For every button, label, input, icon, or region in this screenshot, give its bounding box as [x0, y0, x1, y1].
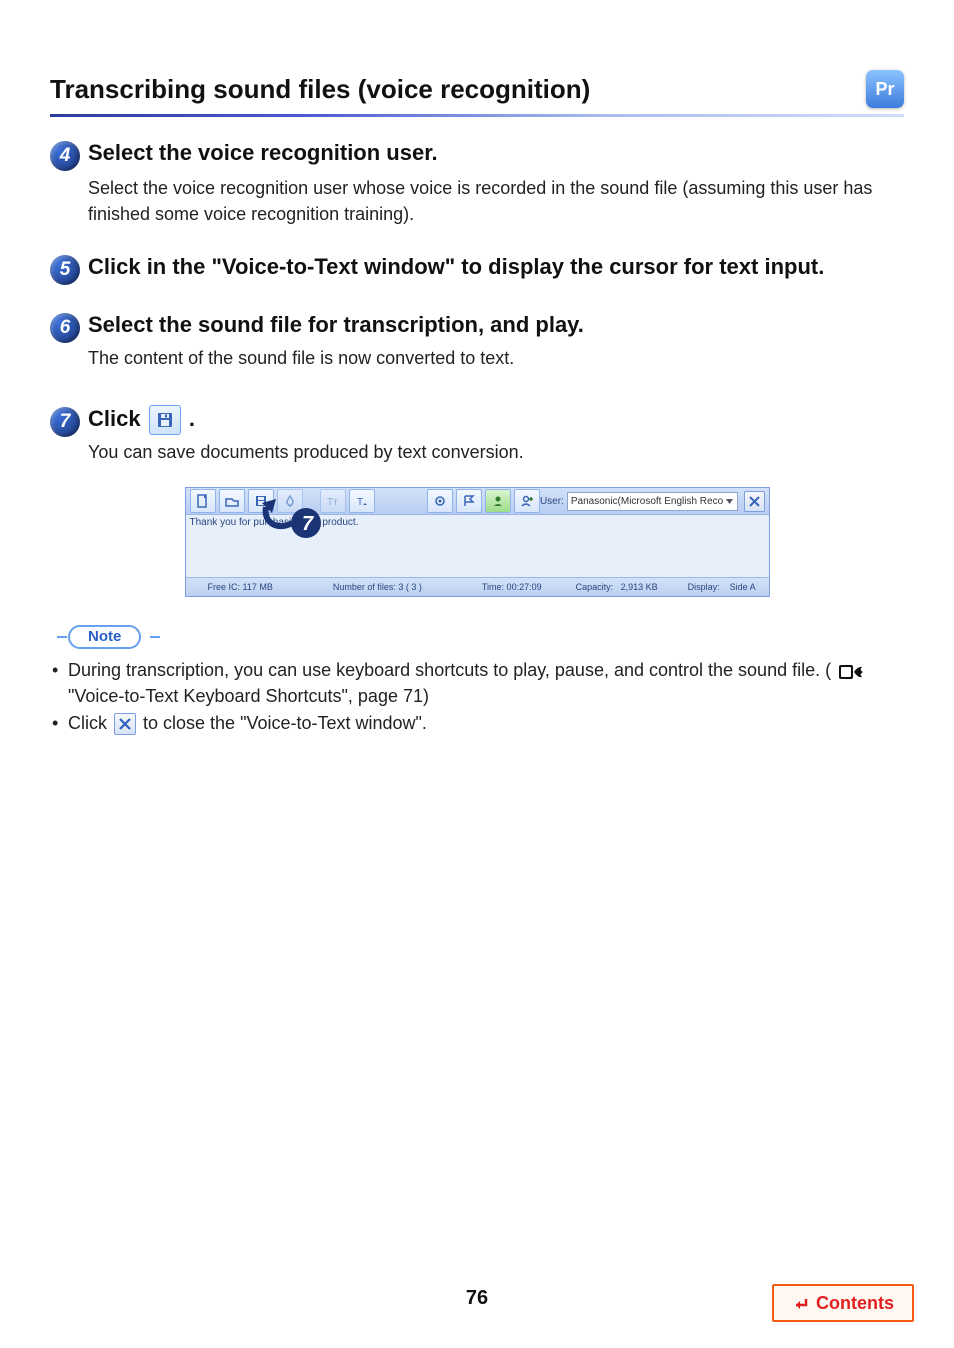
status-disp: Display: Side A — [688, 582, 756, 592]
step-7-heading: Click . — [88, 405, 195, 437]
step-7-head-suffix: . — [189, 406, 195, 431]
flag-icon[interactable] — [456, 489, 482, 513]
toolbar-group-file — [190, 489, 303, 513]
font-icon[interactable]: Tᴛ — [320, 489, 346, 513]
drop-icon[interactable] — [277, 489, 303, 513]
note-item-2: Click to close the "Voice-to-Text window… — [50, 710, 904, 736]
svg-text:T: T — [357, 497, 363, 508]
step-6-number: 6 — [60, 317, 71, 339]
close-icon[interactable] — [744, 491, 764, 512]
title-rule — [50, 114, 904, 117]
note-2-prefix: Click — [68, 713, 112, 733]
note-1-prefix: During transcription, you can use keyboa… — [68, 660, 831, 680]
step-6-heading: Select the sound file for transcription,… — [88, 311, 584, 343]
toolbar-group-settings — [427, 489, 540, 513]
contents-label: Contents — [816, 1293, 894, 1314]
status-cap: Capacity: 2,913 KB — [576, 582, 658, 592]
pr-badge-icon: Pr — [866, 70, 904, 108]
contents-button[interactable]: Contents — [772, 1284, 914, 1322]
chevron-down-icon — [725, 497, 734, 506]
note-1-link[interactable]: "Voice-to-Text Keyboard Shortcuts", page… — [68, 686, 429, 706]
step-6: 6 Select the sound file for transcriptio… — [50, 311, 904, 343]
save-icon — [149, 405, 181, 435]
save-toolbar-icon[interactable] — [248, 489, 274, 513]
page: Transcribing sound files (voice recognit… — [0, 0, 954, 1348]
step-5: 5 Click in the "Voice-to-Text window" to… — [50, 253, 904, 285]
close-inline-icon — [114, 713, 136, 735]
toolbar-group-font: Tᴛ T — [320, 489, 375, 513]
status-bar: Free IC: 117 MB Number of files: 3 ( 3 )… — [186, 577, 769, 596]
status-time: Time: 00:27:09 — [482, 582, 542, 592]
status-files: Number of files: 3 ( 3 ) — [333, 582, 422, 592]
step-4-number: 4 — [60, 145, 71, 167]
profile-add-icon[interactable] — [514, 489, 540, 513]
reference-icon — [838, 663, 864, 681]
page-title: Transcribing sound files (voice recognit… — [50, 74, 590, 105]
note-pill: Note — [68, 625, 141, 649]
voice-to-text-screenshot: Tᴛ T — [185, 487, 770, 597]
step-6-body: The content of the sound file is now con… — [88, 345, 904, 371]
step-7: 7 Click . — [50, 405, 904, 437]
return-icon — [792, 1293, 812, 1313]
pr-badge-label: Pr — [875, 79, 894, 100]
svg-text:Tᴛ: Tᴛ — [327, 497, 338, 508]
step-5-number: 5 — [60, 259, 71, 281]
note-section: Note During transcription, you can use k… — [50, 625, 904, 735]
step-7-body: You can save documents produced by text … — [88, 439, 904, 465]
gear-icon[interactable] — [427, 489, 453, 513]
user-select-value: Panasonic(Microsoft English Reco — [571, 496, 723, 507]
title-row: Transcribing sound files (voice recognit… — [50, 70, 904, 108]
step-4-body: Select the voice recognition user whose … — [88, 175, 904, 227]
profile-green-icon[interactable] — [485, 489, 511, 513]
step-5-bullet-icon: 5 — [50, 255, 80, 285]
step-4-bullet-icon: 4 — [50, 141, 80, 171]
user-select[interactable]: Panasonic(Microsoft English Reco — [567, 492, 739, 511]
transcribed-text: Thank you for purchasing our product. — [190, 517, 359, 528]
toolbar: Tᴛ T — [186, 488, 769, 515]
step-7-bullet-icon: 7 — [50, 407, 80, 437]
step-6-bullet-icon: 6 — [50, 313, 80, 343]
voice-to-text-window: Tᴛ T — [185, 487, 770, 597]
voice-to-text-textarea[interactable]: Thank you for purchasing our product. 7 — [186, 515, 769, 577]
step-4: 4 Select the voice recognition user. — [50, 139, 904, 171]
font-size-icon[interactable]: T — [349, 489, 375, 513]
status-free: Free IC: 117 MB — [208, 582, 273, 592]
user-label: User: — [540, 496, 564, 507]
note-2-suffix: to close the "Voice-to-Text window". — [143, 713, 427, 733]
step-7-number: 7 — [60, 411, 71, 433]
new-doc-icon[interactable] — [190, 489, 216, 513]
note-list: During transcription, you can use keyboa… — [50, 657, 904, 735]
step-7-head-prefix: Click — [88, 406, 147, 431]
step-5-heading: Click in the "Voice-to-Text window" to d… — [88, 253, 824, 285]
open-icon[interactable] — [219, 489, 245, 513]
note-item-1: During transcription, you can use keyboa… — [50, 657, 904, 709]
step-4-heading: Select the voice recognition user. — [88, 139, 438, 171]
note-label: Note — [88, 628, 121, 645]
